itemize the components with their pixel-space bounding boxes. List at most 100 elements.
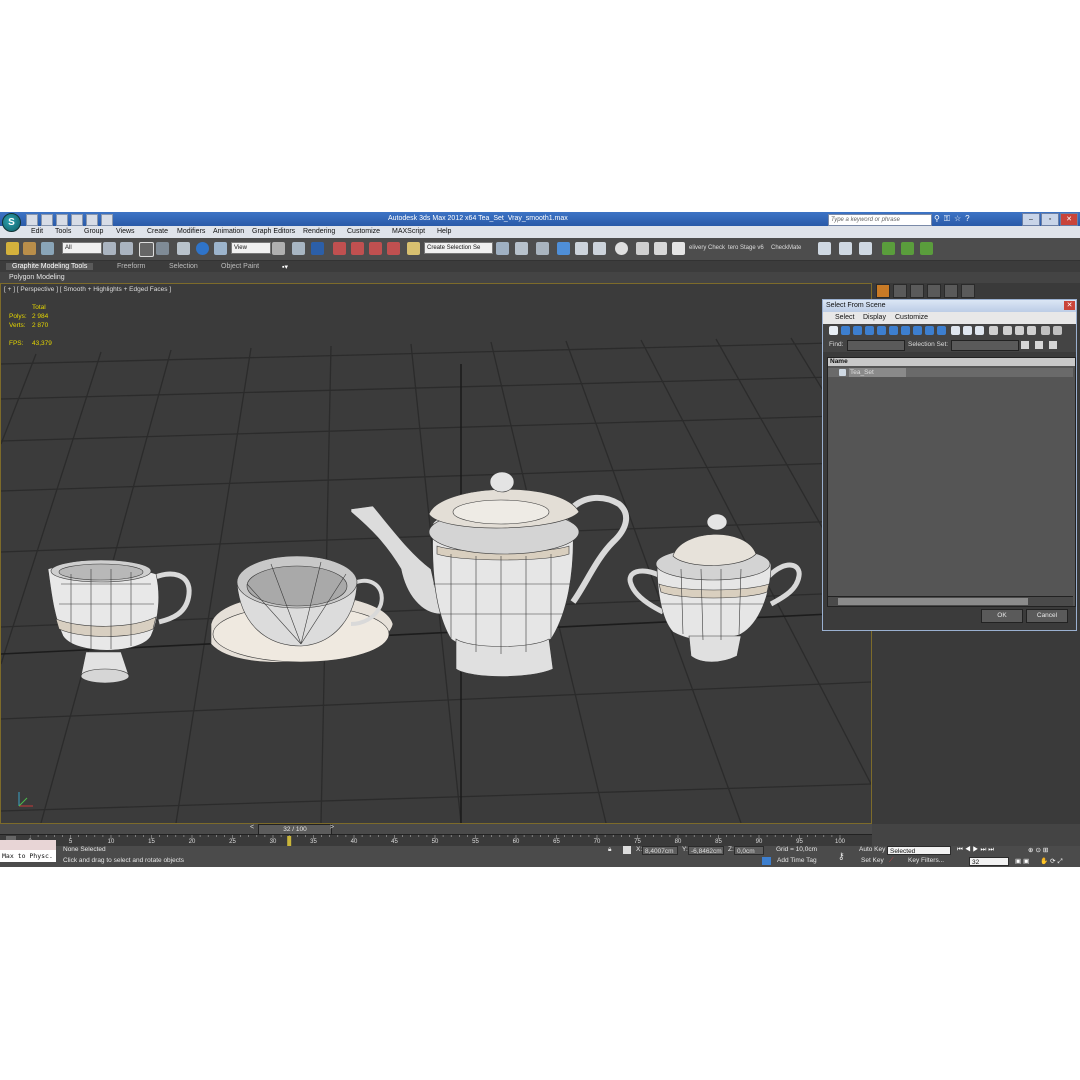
x-coordinate-field[interactable]: 8,4007cm [642, 846, 678, 855]
mirror-icon[interactable] [496, 242, 509, 255]
minimize-button[interactable]: – [1022, 213, 1040, 226]
filter-funnel-icon[interactable] [1041, 326, 1050, 335]
layer-manager-icon[interactable] [536, 242, 549, 255]
select-none-icon[interactable] [963, 326, 972, 335]
scrollbar-thumb[interactable] [838, 598, 1028, 605]
tab-object-paint[interactable]: Object Paint [221, 263, 259, 270]
filter-spacewarps-icon[interactable] [889, 326, 898, 335]
search-input[interactable]: Type a keyword or phrase [828, 214, 932, 226]
selection-set-icon-2[interactable] [1035, 341, 1043, 349]
key-mode-dropdown[interactable]: Selected [887, 846, 951, 855]
selection-set-dropdown[interactable] [951, 340, 1019, 351]
window-crossing-icon[interactable] [156, 242, 169, 255]
pivot-center-icon[interactable] [272, 242, 285, 255]
dialog-menu-display[interactable]: Display [863, 314, 886, 321]
graphite-toggle-icon[interactable] [557, 242, 570, 255]
menu-animation[interactable]: Animation [213, 228, 244, 235]
select-object-icon[interactable] [103, 242, 116, 255]
y-coordinate-field[interactable]: -6,8462cm [688, 846, 724, 855]
orbit-pan-icons[interactable]: ✋⟳⤢ [1040, 857, 1065, 866]
tab-selection[interactable]: Selection [169, 263, 198, 270]
script-icon-3[interactable] [859, 242, 872, 255]
rotate-icon[interactable] [196, 242, 209, 255]
selection-set-icon-3[interactable] [1049, 341, 1057, 349]
menu-views[interactable]: Views [116, 228, 135, 235]
select-manipulate-icon[interactable] [292, 242, 305, 255]
cancel-button[interactable]: Cancel [1026, 609, 1068, 623]
horizontal-scrollbar[interactable] [828, 596, 1073, 606]
time-tag-icon[interactable] [762, 857, 771, 865]
prev-frame-icon[interactable]: < [250, 824, 254, 831]
ok-button[interactable]: OK [981, 609, 1023, 623]
menu-edit[interactable]: Edit [31, 228, 43, 235]
frame-indicator[interactable] [287, 836, 292, 846]
align-icon[interactable] [515, 242, 528, 255]
display-tab-icon[interactable] [944, 284, 958, 298]
menu-help[interactable]: Help [437, 228, 451, 235]
menu-rendering[interactable]: Rendering [303, 228, 335, 235]
viewport-nav-icons[interactable]: ⊕⊙⊞ [1028, 846, 1050, 854]
filter-bones-icon[interactable] [925, 326, 934, 335]
selection-set-icon-1[interactable] [1021, 341, 1029, 349]
modify-tab-icon[interactable] [893, 284, 907, 298]
green-tool-icon-1[interactable] [882, 242, 895, 255]
new-file-icon[interactable] [26, 214, 38, 226]
ribbon-options-icon[interactable]: ▪▾ [282, 263, 288, 271]
list-item[interactable]: Tea_Set [828, 368, 1073, 377]
edit-named-selection-icon[interactable] [407, 242, 420, 255]
schematic-view-icon[interactable] [593, 242, 606, 255]
menu-customize[interactable]: Customize [347, 228, 380, 235]
lock-icon[interactable] [1027, 326, 1036, 335]
key-filters-button[interactable]: Key Filters... [908, 857, 944, 864]
green-tool-icon-3[interactable] [920, 242, 933, 255]
dialog-menu-customize[interactable]: Customize [895, 314, 928, 321]
menu-group[interactable]: Group [84, 228, 103, 235]
display-children-icon[interactable] [989, 326, 998, 335]
perspective-viewport[interactable]: [ + ] [ Perspective ] [ Smooth + Highlig… [0, 283, 872, 824]
tab-graphite-modeling-tools[interactable]: Graphite Modeling Tools [6, 263, 94, 270]
select-by-name-icon[interactable] [120, 242, 133, 255]
utilities-tab-icon[interactable] [961, 284, 975, 298]
motion-tab-icon[interactable] [927, 284, 941, 298]
menu-graph-editors[interactable]: Graph Editors [252, 228, 295, 235]
filter-cameras-icon[interactable] [865, 326, 874, 335]
filter-helpers-icon[interactable] [877, 326, 886, 335]
dialog-menu-select[interactable]: Select [835, 314, 854, 321]
scene-object-list[interactable]: Name Tea_Set [827, 357, 1076, 607]
dialog-close-button[interactable]: ✕ [1064, 301, 1075, 310]
delivery-check-label[interactable]: elivery Check [689, 245, 725, 251]
filter-shapes-icon[interactable] [841, 326, 850, 335]
binoculars-icon[interactable]: ⚲ [934, 214, 940, 224]
move-icon[interactable] [177, 242, 190, 255]
current-frame-field[interactable]: 32 [969, 857, 1009, 866]
menu-tools[interactable]: Tools [55, 228, 71, 235]
selection-filter-dropdown[interactable]: All [62, 242, 102, 254]
filter-xrefs-icon[interactable] [913, 326, 922, 335]
key-icon[interactable]: ⚷ [838, 851, 845, 862]
checkmate-label[interactable]: CheckMate [771, 245, 801, 251]
unlink-icon[interactable] [23, 242, 36, 255]
hero-stage-label[interactable]: tero Stage v6 [728, 245, 764, 251]
auto-key-button[interactable]: Auto Key [859, 846, 885, 853]
keyboard-shortcut-icon[interactable] [311, 242, 324, 255]
render-setup-icon[interactable] [636, 242, 649, 255]
absolute-mode-icon[interactable] [623, 846, 631, 854]
filter-groups-icon[interactable] [901, 326, 910, 335]
snaps-toggle-icon[interactable] [333, 242, 346, 255]
create-tab-icon[interactable] [876, 284, 890, 298]
menu-maxscript[interactable]: MAXScript [392, 228, 425, 235]
maxscript-listener-top[interactable] [0, 840, 56, 850]
playback-controls[interactable]: ⏮︎◀︎▶︎⏭︎⏭︎ [957, 846, 996, 854]
sync-selection-icon[interactable] [1015, 326, 1024, 335]
teapot-model[interactable] [350, 471, 630, 677]
list-item-name[interactable]: Tea_Set [849, 368, 906, 377]
tab-freeform[interactable]: Freeform [117, 263, 145, 270]
menu-modifiers[interactable]: Modifiers [177, 228, 205, 235]
time-config-icons[interactable]: ▣▣ [1015, 857, 1031, 865]
render-production-icon[interactable] [672, 242, 685, 255]
close-button[interactable]: ✕ [1060, 213, 1078, 226]
filter-lights-icon[interactable] [853, 326, 862, 335]
select-all-icon[interactable] [951, 326, 960, 335]
named-selection-set-dropdown[interactable]: Create Selection Se [424, 242, 493, 254]
add-time-tag-button[interactable]: Add Time Tag [777, 857, 817, 864]
